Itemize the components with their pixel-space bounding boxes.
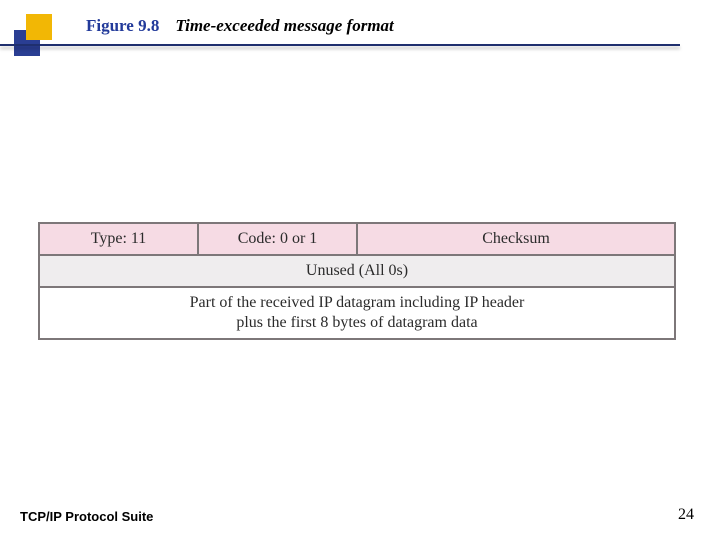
- slide: Figure 9.8 Time-exceeded message format …: [0, 0, 720, 540]
- packet-checksum-cell: Checksum: [357, 223, 675, 255]
- footer-title: TCP/IP Protocol Suite: [20, 509, 153, 524]
- packet-row-header: Type: 11 Code: 0 or 1 Checksum: [39, 223, 675, 255]
- page-number: 24: [678, 506, 694, 524]
- figure-title: Time-exceeded message format: [175, 16, 393, 35]
- packet-code-cell: Code: 0 or 1: [198, 223, 357, 255]
- heading-rule: [0, 44, 680, 46]
- packet-type-cell: Type: 11: [39, 223, 198, 255]
- packet-unused-cell: Unused (All 0s): [39, 255, 675, 287]
- heading: Figure 9.8 Time-exceeded message format: [86, 16, 700, 36]
- logo-square-yellow: [26, 14, 52, 40]
- corner-logo: [14, 14, 62, 62]
- packet-format-table: Type: 11 Code: 0 or 1 Checksum Unused (A…: [38, 222, 676, 340]
- figure-label: Figure 9.8: [86, 16, 159, 35]
- packet-row-unused: Unused (All 0s): [39, 255, 675, 287]
- packet-payload-cell: Part of the received IP datagram includi…: [39, 287, 675, 339]
- packet-row-payload: Part of the received IP datagram includi…: [39, 287, 675, 339]
